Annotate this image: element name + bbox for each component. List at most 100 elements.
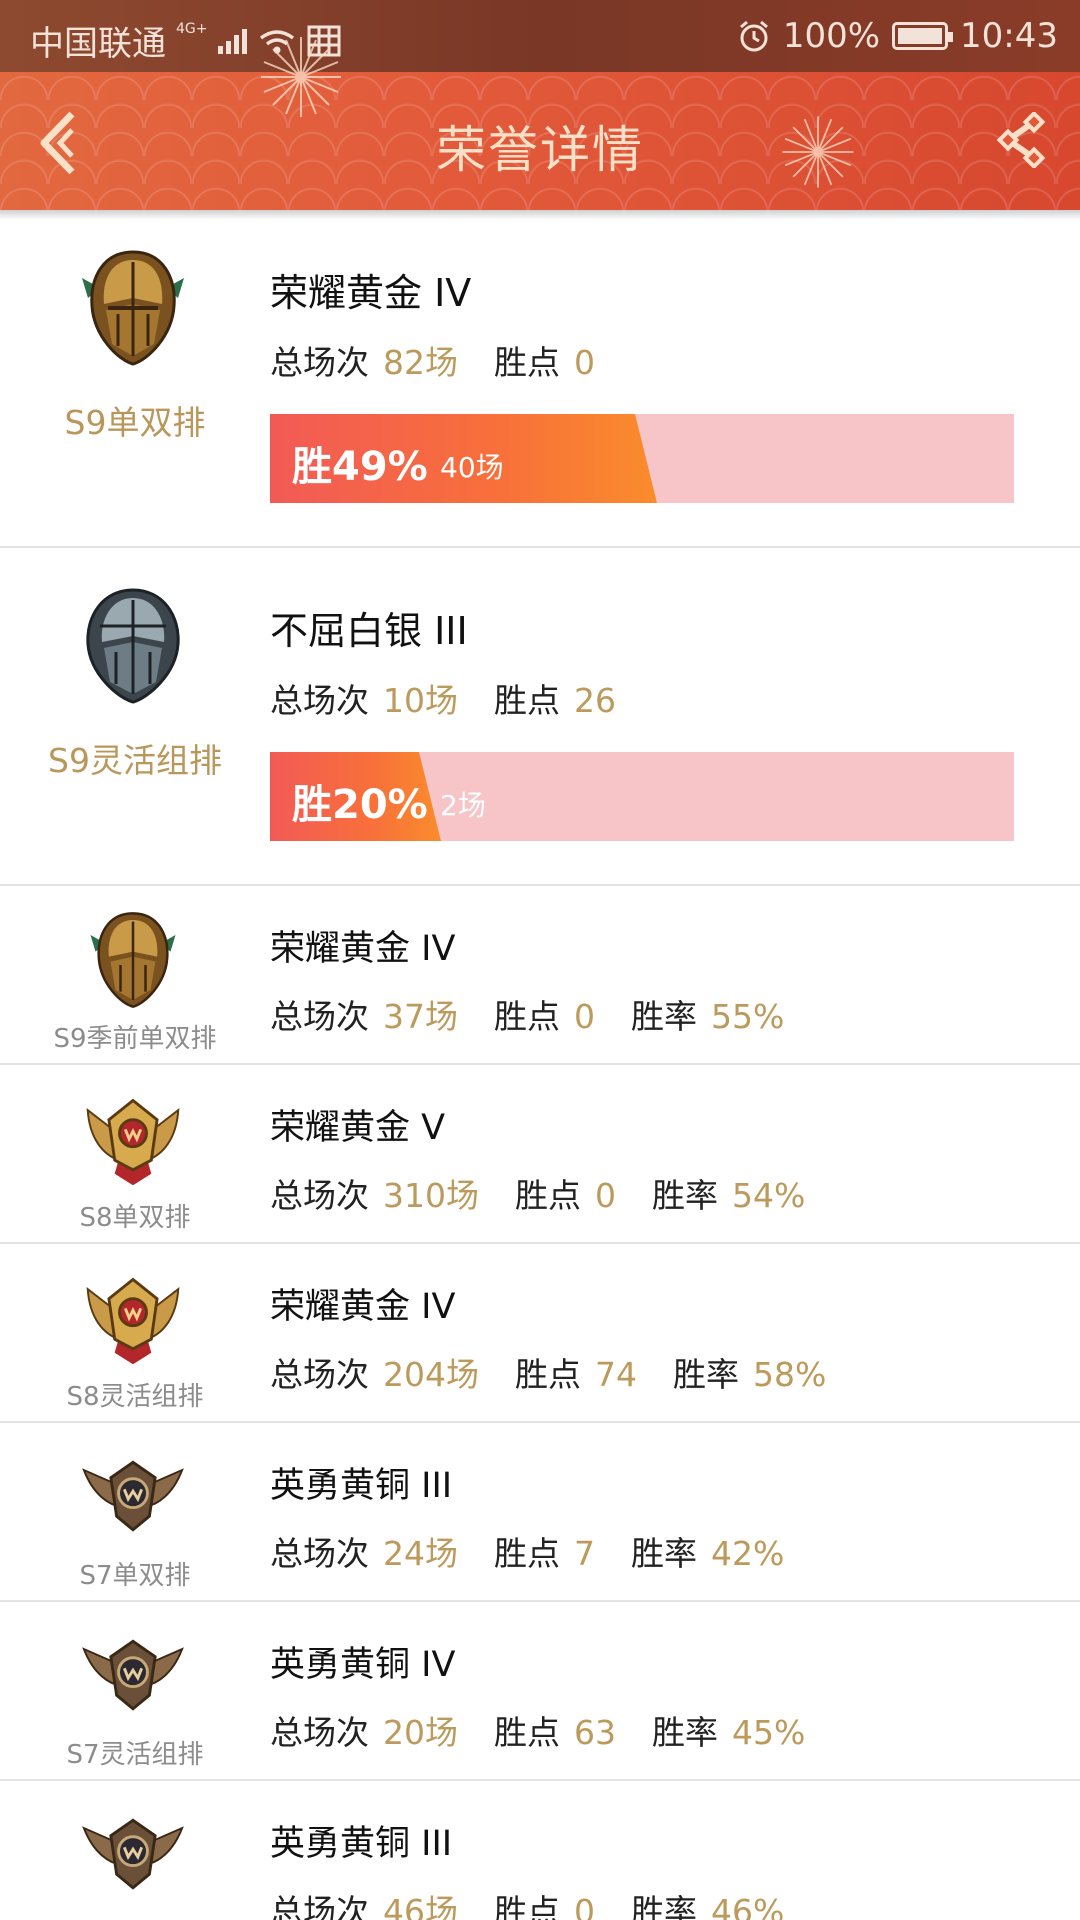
rank-stats: 总场次 37场 胜点 0 胜率 55% xyxy=(270,990,820,1038)
win-rate-value: 58% xyxy=(753,1355,827,1394)
total-games-label: 总场次 xyxy=(270,1713,369,1752)
gold-wings-emblem-icon xyxy=(86,1098,180,1186)
featured-rank-row[interactable]: S9单双排 荣耀黄金 IV 总场次 82场 胜点 0 胜49% 40场 xyxy=(0,210,1080,548)
total-games-value: 20场 xyxy=(383,1713,458,1752)
rank-title: 荣耀黄金 IV xyxy=(270,929,456,969)
wins-count: 40场 xyxy=(440,451,504,484)
history-rank-row[interactable]: S8灵活组排 荣耀黄金 IV 总场次 204场 胜点 74 胜率 58% xyxy=(0,1244,1080,1423)
league-points-value: 26 xyxy=(574,681,616,720)
season-label: S9季前单双排 xyxy=(53,1024,217,1054)
league-points-value: 0 xyxy=(574,343,595,382)
total-games-value: 37场 xyxy=(383,997,458,1036)
rank-stats: 总场次 46场 胜点 0 胜率 46% xyxy=(270,1885,820,1920)
honor-list: S9单双排 荣耀黄金 IV 总场次 82场 胜点 0 胜49% 40场 S9灵活组排 … xyxy=(0,210,1080,1920)
network-type: 4G+ xyxy=(176,20,208,37)
total-games-value: 10场 xyxy=(383,681,458,720)
rank-stats: 总场次 10场 胜点 26 xyxy=(270,674,652,722)
league-points-label: 胜点 xyxy=(494,997,560,1036)
league-points-value: 74 xyxy=(595,1355,637,1394)
season-label: S8灵活组排 xyxy=(66,1382,204,1412)
total-games-label: 总场次 xyxy=(270,343,369,382)
bronze-wings-emblem-icon xyxy=(82,1460,184,1532)
history-rank-row[interactable]: S9季前单双排 荣耀黄金 IV 总场次 37场 胜点 0 胜率 55% xyxy=(0,886,1080,1065)
title-bar: 荣誉详情 xyxy=(0,37,1080,220)
win-rate-label: 胜率 xyxy=(652,1176,718,1215)
gold-wings-emblem-icon xyxy=(86,1277,180,1365)
rank-title: 荣耀黄金 IV xyxy=(270,1287,456,1327)
rank-stats: 总场次 310场 胜点 0 胜率 54% xyxy=(270,1169,841,1217)
league-points-label: 胜点 xyxy=(494,1892,560,1920)
season-label: S7单双排 xyxy=(79,1561,191,1591)
total-games-value: 46场 xyxy=(383,1892,458,1920)
total-games-value: 24场 xyxy=(383,1534,458,1573)
win-rate-value: 42% xyxy=(711,1534,785,1573)
league-points-value: 0 xyxy=(574,1892,595,1920)
rank-stats: 总场次 82场 胜点 0 xyxy=(270,336,631,384)
win-rate-label: 胜49% xyxy=(292,444,428,490)
season-label: S9单双排 xyxy=(64,403,206,442)
win-rate-value: 55% xyxy=(711,997,785,1036)
rank-title: 不屈白银 III xyxy=(270,609,468,653)
total-games-label: 总场次 xyxy=(270,1892,369,1920)
win-rate-bar: 胜49% 40场 xyxy=(270,414,1014,503)
win-rate-label: 胜率 xyxy=(673,1355,739,1394)
rank-stats: 总场次 20场 胜点 63 胜率 45% xyxy=(270,1706,841,1754)
share-icon xyxy=(996,110,1046,170)
clock: 10:43 xyxy=(960,16,1058,56)
season-label: S7灵活组排 xyxy=(66,1740,204,1770)
win-rate-label: 胜率 xyxy=(631,1534,697,1573)
wins-count: 2场 xyxy=(440,789,486,822)
total-games-label: 总场次 xyxy=(270,1534,369,1573)
rank-title: 荣耀黄金 V xyxy=(270,1108,446,1148)
total-games-value: 82场 xyxy=(383,343,458,382)
league-points-label: 胜点 xyxy=(494,343,560,382)
history-rank-row[interactable]: S8单双排 荣耀黄金 V 总场次 310场 胜点 0 胜率 54% xyxy=(0,1065,1080,1244)
league-points-label: 胜点 xyxy=(494,681,560,720)
total-games-label: 总场次 xyxy=(270,997,369,1036)
rank-title: 英勇黄铜 III xyxy=(270,1824,453,1864)
bronze-wings-emblem-icon xyxy=(82,1818,184,1890)
league-points-label: 胜点 xyxy=(494,1534,560,1573)
history-rank-row[interactable]: S7单双排 英勇黄铜 III 总场次 24场 胜点 7 胜率 42% xyxy=(0,1423,1080,1602)
gold-helmet-emblem-icon xyxy=(82,250,184,366)
win-rate-value: 45% xyxy=(732,1713,806,1752)
total-games-label: 总场次 xyxy=(270,1176,369,1215)
rank-title: 荣耀黄金 IV xyxy=(270,271,472,315)
win-rate-label: 胜率 xyxy=(652,1713,718,1752)
season-label: S8单双排 xyxy=(79,1203,191,1233)
status-right: 100% 10:43 xyxy=(737,16,1058,56)
signal-icon xyxy=(217,28,247,54)
league-points-value: 63 xyxy=(574,1713,616,1752)
bronze-wings-emblem-icon xyxy=(82,1639,184,1711)
win-rate-value: 54% xyxy=(732,1176,806,1215)
battery-icon xyxy=(892,22,954,50)
total-games-label: 总场次 xyxy=(270,681,369,720)
rank-stats: 总场次 204场 胜点 74 胜率 58% xyxy=(270,1348,862,1396)
total-games-value: 310场 xyxy=(383,1176,479,1215)
win-rate-label: 胜率 xyxy=(631,1892,697,1920)
win-rate-label: 胜率 xyxy=(631,997,697,1036)
history-rank-row[interactable]: 英勇黄铜 III 总场次 46场 胜点 0 胜率 46% xyxy=(0,1781,1080,1920)
firework-decoration-icon xyxy=(261,37,341,117)
total-games-label: 总场次 xyxy=(270,1355,369,1394)
league-points-label: 胜点 xyxy=(515,1355,581,1394)
history-rank-row[interactable]: S7灵活组排 英勇黄铜 IV 总场次 20场 胜点 63 胜率 45% xyxy=(0,1602,1080,1781)
silver-helmet-emblem-icon xyxy=(86,588,180,704)
page-title: 荣誉详情 xyxy=(436,121,644,179)
league-points-label: 胜点 xyxy=(515,1176,581,1215)
league-points-value: 0 xyxy=(595,1176,616,1215)
carrier-name: 中国联通 xyxy=(30,24,166,64)
featured-rank-row[interactable]: S9灵活组排 不屈白银 III 总场次 10场 胜点 26 胜20% 2场 xyxy=(0,548,1080,886)
rank-title: 英勇黄铜 III xyxy=(270,1466,453,1506)
win-rate-label: 胜20% xyxy=(292,782,428,828)
total-games-value: 204场 xyxy=(383,1355,479,1394)
win-rate-value: 46% xyxy=(711,1892,785,1920)
league-points-value: 0 xyxy=(574,997,595,1036)
status-bar: 中国联通 4G+ 100% 10:43 xyxy=(0,0,1080,72)
rank-title: 英勇黄铜 IV xyxy=(270,1645,456,1685)
share-button[interactable] xyxy=(994,110,1050,170)
gold-helmet-emblem-icon xyxy=(90,912,176,1008)
battery-percent: 100% xyxy=(782,16,881,56)
win-rate-bar: 胜20% 2场 xyxy=(270,752,1014,841)
league-points-label: 胜点 xyxy=(494,1713,560,1752)
